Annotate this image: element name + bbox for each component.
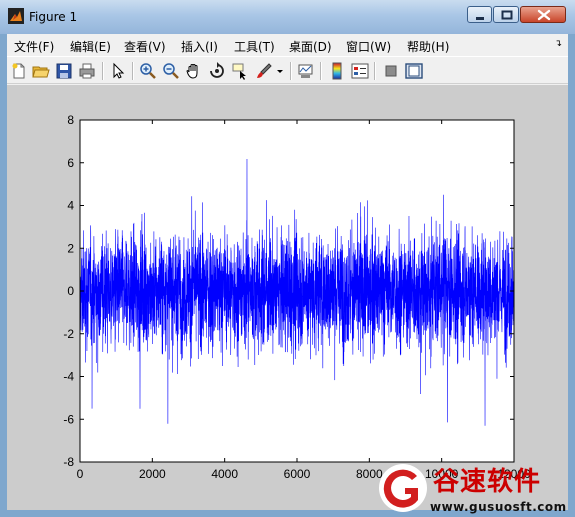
y-tick-label: 2 <box>67 241 74 255</box>
y-tick-label: 6 <box>67 156 74 170</box>
close-icon <box>537 9 551 21</box>
y-tick-label: -2 <box>63 327 74 341</box>
pan-hand-icon[interactable] <box>185 62 203 80</box>
link-plot-icon[interactable] <box>297 62 315 80</box>
window-title: Figure 1 <box>29 10 78 24</box>
toolbar-separator <box>374 62 376 80</box>
watermark-url: www.gusuosft.com <box>430 500 567 514</box>
y-tick-label: -4 <box>63 370 74 384</box>
legend-icon[interactable] <box>351 62 369 80</box>
new-figure-icon[interactable] <box>10 62 28 80</box>
select-arrow-icon[interactable] <box>109 62 127 80</box>
print-icon[interactable] <box>78 62 96 80</box>
hide-plot-tools-icon[interactable] <box>382 62 400 80</box>
menu-file[interactable]: 文件(F) <box>14 38 54 55</box>
toolbar-separator <box>320 62 322 80</box>
figure-canvas: 8 6 4 2 0 -2 -4 -6 -8 0 2000 4000 6000 8000 10000 1200… <box>7 85 568 510</box>
brush-dropdown-icon[interactable] <box>275 62 285 80</box>
y-tick-labels: 8 6 4 2 0 -2 -4 -6 -8 <box>63 113 74 469</box>
y-tick-label: -6 <box>63 412 74 426</box>
zoom-out-icon[interactable] <box>162 62 180 80</box>
maximize-icon <box>501 10 513 20</box>
menu-insert[interactable]: 插入(I) <box>181 38 218 55</box>
minimize-icon <box>476 17 484 20</box>
toolbar-separator <box>290 62 292 80</box>
matlab-logo-icon <box>8 8 24 24</box>
menu-desktop[interactable]: 桌面(D) <box>289 38 332 55</box>
maximize-button[interactable] <box>493 6 519 23</box>
minimize-button[interactable] <box>467 6 492 23</box>
data-cursor-icon[interactable] <box>231 62 249 80</box>
x-tick-label: 2000 <box>139 467 166 481</box>
y-tick-label: 4 <box>67 199 74 213</box>
chevron-icon[interactable]: ↴ <box>554 39 562 49</box>
menu-view[interactable]: 查看(V) <box>124 38 166 55</box>
menu-tools[interactable]: 工具(T) <box>234 38 275 55</box>
zoom-in-icon[interactable] <box>139 62 157 80</box>
menu-help[interactable]: 帮助(H) <box>407 38 449 55</box>
figure-window: Figure 1 文件(F) 编辑(E) 查看(V) 插入(I) 工具(T) 桌… <box>0 0 575 517</box>
y-tick-label: 8 <box>67 113 74 127</box>
save-icon[interactable] <box>55 62 73 80</box>
figure-toolbar <box>7 56 568 84</box>
title-bar[interactable]: Figure 1 <box>0 0 575 34</box>
y-tick-label: 0 <box>67 284 74 298</box>
watermark-logo-icon <box>379 464 427 512</box>
menu-window[interactable]: 窗口(W) <box>346 38 391 55</box>
figure-client-area: 文件(F) 编辑(E) 查看(V) 插入(I) 工具(T) 桌面(D) 窗口(W… <box>7 34 568 510</box>
colorbar-icon[interactable] <box>328 62 346 80</box>
menu-edit[interactable]: 编辑(E) <box>70 38 111 55</box>
x-tick-label: 6000 <box>284 467 311 481</box>
x-tick-label: 0 <box>77 467 84 481</box>
close-button[interactable] <box>520 6 566 23</box>
plot-area: 86420-2-4-6-8 0 2000 4000 6000 8000 10000 1200… <box>63 113 531 481</box>
show-plot-tools-icon[interactable] <box>405 62 423 80</box>
toolbar-separator <box>102 62 104 80</box>
brush-icon[interactable] <box>255 62 273 80</box>
toolbar-separator <box>132 62 134 80</box>
y-tick-label: -8 <box>63 455 74 469</box>
rotate-3d-icon[interactable] <box>208 62 226 80</box>
x-tick-label: 4000 <box>211 467 238 481</box>
watermark-brand: 谷速软件 <box>433 467 542 497</box>
open-file-icon[interactable] <box>32 62 50 80</box>
menu-bar: 文件(F) 编辑(E) 查看(V) 插入(I) 工具(T) 桌面(D) 窗口(W… <box>7 34 568 56</box>
